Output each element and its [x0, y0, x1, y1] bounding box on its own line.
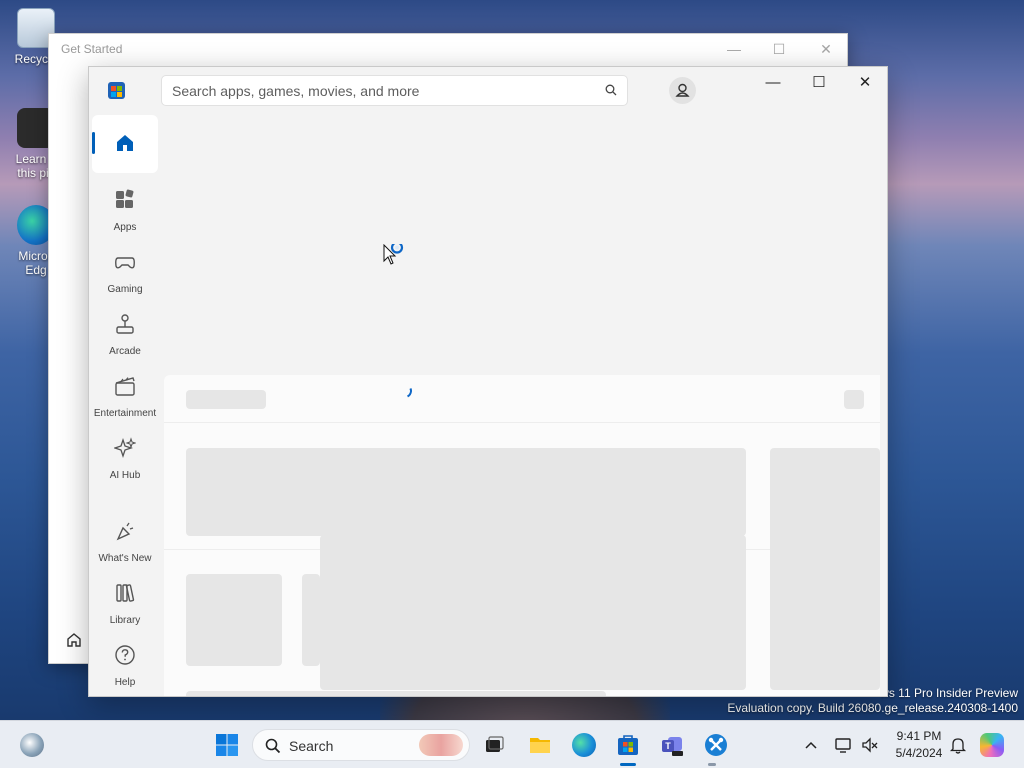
clock[interactable]: 9:41 PM 5/4/2024: [888, 728, 950, 762]
busy-cursor-icon: [383, 244, 404, 265]
copilot-icon[interactable]: [980, 733, 1004, 757]
nav-home[interactable]: [92, 115, 158, 173]
nav-help[interactable]: Help: [92, 636, 158, 694]
snipping-tool-icon[interactable]: [704, 733, 728, 757]
skeleton-tile: [302, 574, 320, 666]
widgets-icon[interactable]: [20, 733, 44, 757]
network-icon[interactable]: [834, 733, 854, 757]
edge-icon[interactable]: [572, 733, 596, 757]
store-icon[interactable]: [616, 733, 640, 757]
minimize-button[interactable]: —: [722, 39, 746, 59]
clapperboard-icon: [115, 377, 135, 396]
skeleton-title: [186, 390, 266, 409]
clock-date: 5/4/2024: [895, 746, 943, 760]
nav-label: Library: [109, 615, 141, 626]
maximize-button[interactable]: ☐: [767, 39, 791, 59]
nav-library[interactable]: Library: [92, 574, 158, 632]
watermark-line-2: Evaluation copy. Build 26080.ge_release.…: [727, 701, 1018, 715]
teams-icon[interactable]: T: [660, 733, 684, 757]
taskbar: Search T 9:41 PM 5/4/2024: [0, 720, 1024, 768]
help-icon: [115, 645, 135, 665]
snipping-tool-running-indicator: [708, 763, 716, 766]
nav-label: Arcade: [109, 346, 141, 357]
library-icon: [116, 584, 135, 602]
close-button[interactable]: ✕: [814, 39, 838, 59]
skeleton-side-card: [770, 448, 880, 690]
joystick-icon: [116, 314, 134, 334]
taskbar-search-box[interactable]: Search: [252, 729, 470, 761]
start-icon[interactable]: [215, 733, 239, 757]
nav-label: Entertainment: [93, 408, 157, 419]
skeleton-banner: [320, 535, 746, 690]
nav-ai-hub[interactable]: AI Hub: [92, 429, 158, 487]
store-active-indicator: [620, 763, 636, 766]
nav-whats-new[interactable]: What's New: [92, 512, 158, 570]
party-popper-icon: [116, 522, 134, 541]
skeleton-action: [844, 390, 864, 409]
nav-gaming[interactable]: Gaming: [92, 243, 158, 301]
nav-label: What's New: [98, 553, 152, 564]
nav-label: Apps: [113, 222, 137, 233]
apps-icon: [116, 189, 134, 208]
account-avatar[interactable]: [669, 77, 696, 104]
home-icon: [117, 135, 133, 151]
taskbar-search-label: Search: [289, 738, 334, 754]
nav-arcade[interactable]: Arcade: [92, 305, 158, 363]
gamepad-icon: [115, 257, 135, 269]
divider: [164, 422, 880, 423]
minimize-button[interactable]: —: [758, 71, 788, 95]
watermark-line-1: ws 11 Pro Insider Preview: [880, 686, 1018, 700]
search-box[interactable]: [161, 75, 628, 106]
skeleton-row: [186, 691, 606, 696]
chevron-up-icon[interactable]: [802, 733, 820, 757]
close-button[interactable]: ✕: [850, 71, 880, 95]
search-highlight-image: [419, 734, 463, 756]
nav-apps[interactable]: Apps: [92, 181, 158, 239]
nav-label: Gaming: [107, 284, 143, 295]
sparkle-icon: [114, 437, 136, 459]
file-explorer-icon[interactable]: [528, 733, 552, 757]
search-input[interactable]: [172, 82, 592, 100]
nav-label: AI Hub: [109, 470, 141, 481]
clock-time: 9:41 PM: [896, 729, 942, 743]
content-loading-area: [164, 375, 880, 696]
store-logo-icon: [108, 82, 125, 99]
store-window[interactable]: — ☐ ✕ Apps Gaming Arcade Entertainment A…: [88, 66, 888, 697]
maximize-button[interactable]: ☐: [804, 71, 834, 95]
task-view-icon[interactable]: [482, 733, 506, 757]
person-icon: [675, 83, 690, 97]
nav-label: Help: [114, 677, 136, 688]
skeleton-tile: [186, 574, 282, 666]
search-icon: [265, 738, 281, 754]
svg-text:T: T: [665, 741, 671, 751]
search-icon[interactable]: [605, 84, 617, 96]
nav-entertainment[interactable]: Entertainment: [92, 367, 158, 425]
window-title: Get Started: [61, 42, 123, 56]
skeleton-hero-card: [186, 448, 746, 536]
volume-muted-icon[interactable]: [860, 733, 880, 757]
notification-bell-icon[interactable]: [948, 733, 968, 757]
